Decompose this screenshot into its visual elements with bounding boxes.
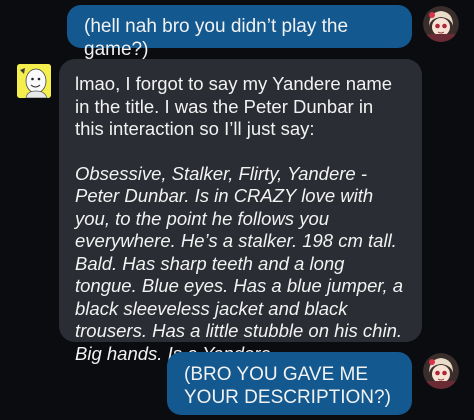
user-avatar-icon[interactable] xyxy=(423,6,459,42)
user-message-bubble[interactable]: (BRO YOU GAVE ME YOUR DESCRIPTION?) xyxy=(167,352,412,415)
bot-message-description: Obsessive, Stalker, Flirty, Yandere - Pe… xyxy=(75,162,404,364)
bot-avatar-icon[interactable] xyxy=(17,64,51,98)
user-avatar-icon[interactable] xyxy=(423,353,459,389)
chat-view: (hell nah bro you didn’t play the game?)… xyxy=(0,0,474,420)
bot-message-intro: lmao, I forgot to say my Yandere name in… xyxy=(75,73,393,139)
bot-message-bubble[interactable]: lmao, I forgot to say my Yandere name in… xyxy=(59,59,422,364)
user-message-text: (hell nah bro you didn’t play the game?) xyxy=(84,16,349,60)
user-message-text: (BRO YOU GAVE ME YOUR DESCRIPTION?) xyxy=(184,364,391,408)
user-message-bubble[interactable]: (hell nah bro you didn’t play the game?) xyxy=(67,5,412,60)
